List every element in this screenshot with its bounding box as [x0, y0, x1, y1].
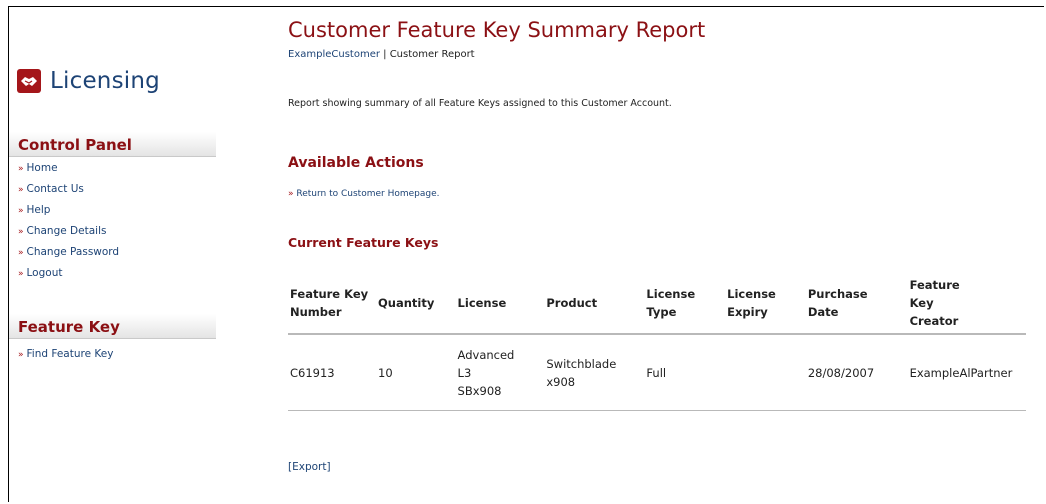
control-panel-nav: » Home » Contact Us » Help » Change Details …: [18, 162, 119, 288]
column-header[interactable]: Purchase Date: [805, 273, 908, 335]
column-header[interactable]: License Expiry: [725, 273, 806, 335]
chevron-right-icon: »: [18, 350, 24, 360]
table-cell: 10: [376, 334, 456, 411]
feature-keys-table: Feature Key Number Quantity License Prod…: [288, 273, 1026, 411]
feature-key-heading: Feature Key: [9, 314, 216, 339]
table-cell: Full: [644, 334, 726, 411]
table-cell: 28/08/2007: [805, 334, 908, 411]
nav-item-label: Home: [26, 162, 58, 174]
breadcrumb: ExampleCustomer | Customer Report: [288, 49, 475, 60]
nav-item-label: Logout: [26, 267, 63, 279]
chevron-right-icon: »: [18, 248, 24, 258]
page-title: Customer Feature Key Summary Report: [288, 18, 706, 42]
nav-item-logout[interactable]: » Logout: [18, 267, 119, 288]
chevron-right-icon: »: [18, 164, 24, 174]
breadcrumb-current: Customer Report: [389, 49, 475, 60]
table-cell: Advanced L3 SBx908: [455, 334, 545, 411]
nav-item-help[interactable]: » Help: [18, 204, 119, 225]
column-header[interactable]: Quantity: [376, 273, 456, 335]
export-link[interactable]: [Export]: [288, 461, 331, 473]
chevron-right-icon: »: [18, 185, 24, 195]
page-frame: [8, 6, 1044, 502]
feature-key-nav: » Find Feature Key: [18, 348, 113, 369]
return-link-label: Return to Customer Homepage.: [296, 189, 440, 199]
brand-name: Licensing: [50, 68, 160, 94]
column-header[interactable]: Feature Key Creator: [907, 273, 1026, 335]
chevron-right-icon: »: [18, 227, 24, 237]
table-cell: Switchblade x908: [544, 334, 645, 411]
nav-item-change-details[interactable]: » Change Details: [18, 225, 119, 246]
report-description: Report showing summary of all Feature Ke…: [288, 98, 672, 109]
return-to-homepage-link[interactable]: » Return to Customer Homepage.: [288, 189, 440, 199]
table-row: C61913 10 Advanced L3 SBx908 Switchblade…: [288, 334, 1026, 411]
current-feature-keys-heading: Current Feature Keys: [288, 235, 439, 250]
nav-item-find-feature-key[interactable]: » Find Feature Key: [18, 348, 113, 369]
table-cell: ExampleAlPartner: [907, 334, 1026, 411]
table-cell: C61913: [288, 334, 376, 411]
breadcrumb-customer-link[interactable]: ExampleCustomer: [288, 49, 380, 60]
chevron-right-icon: »: [18, 206, 24, 216]
available-actions-heading: Available Actions: [288, 155, 424, 171]
column-header[interactable]: Product: [544, 273, 645, 335]
column-header[interactable]: License: [455, 273, 545, 335]
table-cell: [725, 334, 806, 411]
breadcrumb-separator: |: [379, 49, 390, 60]
nav-item-contact-us[interactable]: » Contact Us: [18, 183, 119, 204]
control-panel-heading: Control Panel: [9, 132, 216, 157]
handshake-icon: [17, 69, 41, 93]
nav-item-label: Change Details: [26, 225, 107, 237]
nav-item-label: Help: [26, 204, 51, 216]
nav-item-label: Change Password: [26, 246, 120, 258]
nav-item-home[interactable]: » Home: [18, 162, 119, 183]
table-header-row: Feature Key Number Quantity License Prod…: [288, 273, 1026, 335]
chevron-right-icon: »: [18, 269, 24, 279]
nav-item-change-password[interactable]: » Change Password: [18, 246, 119, 267]
brand-logo[interactable]: Licensing: [17, 68, 160, 94]
column-header[interactable]: License Type: [644, 273, 726, 335]
nav-item-label: Find Feature Key: [26, 348, 114, 360]
column-header[interactable]: Feature Key Number: [288, 273, 376, 335]
nav-item-label: Contact Us: [26, 183, 84, 195]
